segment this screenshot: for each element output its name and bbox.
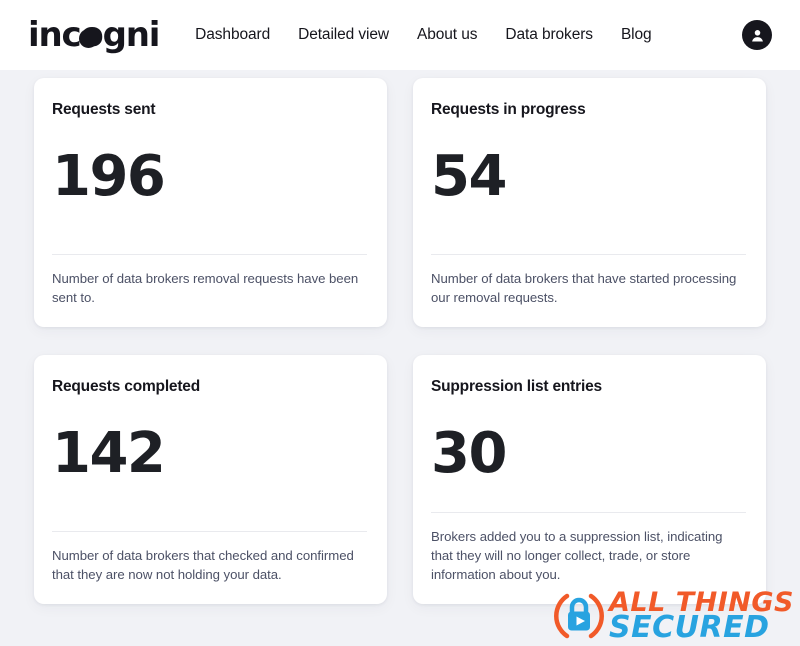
- nav-item-blog[interactable]: Blog: [621, 26, 652, 44]
- stats-card-grid: Requests sent 196 Number of data brokers…: [0, 70, 800, 604]
- card-divider: [52, 531, 367, 532]
- card-description: Number of data brokers that checked and …: [52, 548, 354, 582]
- card-divider: [431, 512, 746, 513]
- card-description: Brokers added you to a suppression list,…: [431, 529, 723, 582]
- nav-item-data-brokers[interactable]: Data brokers: [505, 26, 593, 44]
- card-title: Suppression list entries: [431, 378, 602, 395]
- card-title: Requests sent: [52, 101, 156, 118]
- card-description: Number of data brokers removal requests …: [52, 271, 359, 305]
- watermark-line-2: SECURED: [609, 609, 770, 645]
- logo-wordmark: incogni: [28, 18, 160, 52]
- stat-card-requests-in-progress: Requests in progress 54 Number of data b…: [413, 78, 766, 327]
- card-description: Number of data brokers that have started…: [431, 271, 737, 305]
- card-divider: [52, 254, 367, 255]
- nav-item-about-us[interactable]: About us: [417, 26, 477, 44]
- card-value: 196: [52, 144, 166, 209]
- avatar-container: [742, 20, 800, 50]
- card-divider: [431, 254, 746, 255]
- site-header: incogni Dashboard Detailed view About us…: [0, 0, 800, 70]
- nav-item-dashboard[interactable]: Dashboard: [195, 26, 270, 44]
- card-title: Requests in progress: [431, 101, 586, 118]
- nav-item-detailed-view[interactable]: Detailed view: [298, 26, 389, 44]
- stat-card-requests-sent: Requests sent 196 Number of data brokers…: [34, 78, 387, 327]
- incogni-logo[interactable]: incogni: [28, 18, 160, 52]
- main-nav: Dashboard Detailed view About us Data br…: [195, 26, 742, 44]
- card-value: 142: [52, 421, 166, 486]
- logo-dot-icon: [79, 29, 98, 48]
- user-account-icon[interactable]: [742, 20, 772, 50]
- card-value: 54: [431, 144, 507, 209]
- card-title: Requests completed: [52, 378, 200, 395]
- stat-card-suppression-list-entries: Suppression list entries 30 Brokers adde…: [413, 355, 766, 604]
- stat-card-requests-completed: Requests completed 142 Number of data br…: [34, 355, 387, 604]
- card-value: 30: [431, 421, 507, 486]
